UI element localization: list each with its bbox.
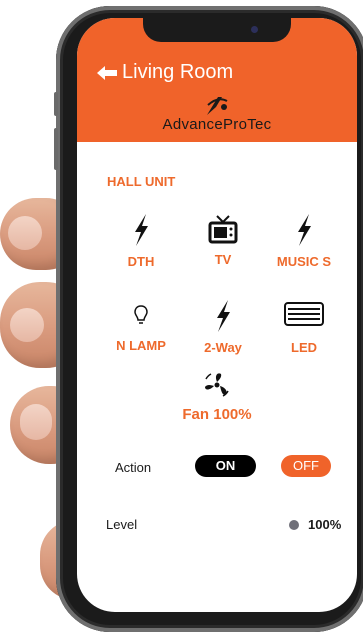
camera-icon [251, 26, 258, 33]
page-title: Living Room [122, 61, 234, 83]
device-label: LED [291, 340, 317, 355]
advanceprotec-logo-icon [207, 97, 228, 115]
volume-button [54, 92, 58, 116]
bolt-icon [298, 214, 311, 246]
brand-name: AdvanceProTec [162, 116, 272, 133]
air-conditioner-icon [284, 302, 324, 326]
fan-label: Fan 100% [182, 406, 252, 423]
device-label: DTH [127, 254, 155, 269]
fingernail [8, 216, 42, 250]
bolt-icon [135, 214, 148, 246]
device-2-way[interactable]: 2-Way [178, 300, 268, 355]
level-value: 100% [308, 517, 342, 532]
device-n-lamp[interactable]: N LAMP [96, 300, 186, 353]
bolt-icon [217, 300, 230, 332]
fingernail [10, 308, 44, 342]
app-screen: Living Room AdvanceProTec HALL UNIT DTH … [77, 18, 357, 612]
level-label: Level [106, 517, 138, 532]
fan-icon [205, 373, 229, 397]
volume-button [54, 128, 58, 170]
phone-notch [143, 18, 291, 42]
device-label: N LAMP [116, 338, 166, 353]
brand-logo: AdvanceProTec [77, 94, 357, 134]
action-label: Action [115, 460, 152, 475]
lightbulb-icon [134, 305, 148, 324]
off-button[interactable]: OFF [281, 455, 331, 477]
tv-icon [208, 215, 238, 244]
device-label: MUSIC S [276, 254, 332, 269]
on-button[interactable]: ON [195, 455, 256, 477]
device-led[interactable]: LED [259, 298, 349, 355]
device-label: 2-Way [204, 340, 242, 355]
fingernail [20, 404, 52, 440]
device-music-s[interactable]: MUSIC S [259, 214, 349, 269]
back-button[interactable]: Living Room [97, 61, 233, 84]
device-fan[interactable]: Fan 100% [172, 370, 262, 423]
device-label: TV [214, 252, 232, 267]
device-dth[interactable]: DTH [96, 214, 186, 269]
section-title: HALL UNIT [107, 174, 176, 189]
device-tv[interactable]: TV [178, 214, 268, 267]
back-arrow-icon [97, 65, 117, 80]
level-slider-knob[interactable] [289, 520, 299, 530]
